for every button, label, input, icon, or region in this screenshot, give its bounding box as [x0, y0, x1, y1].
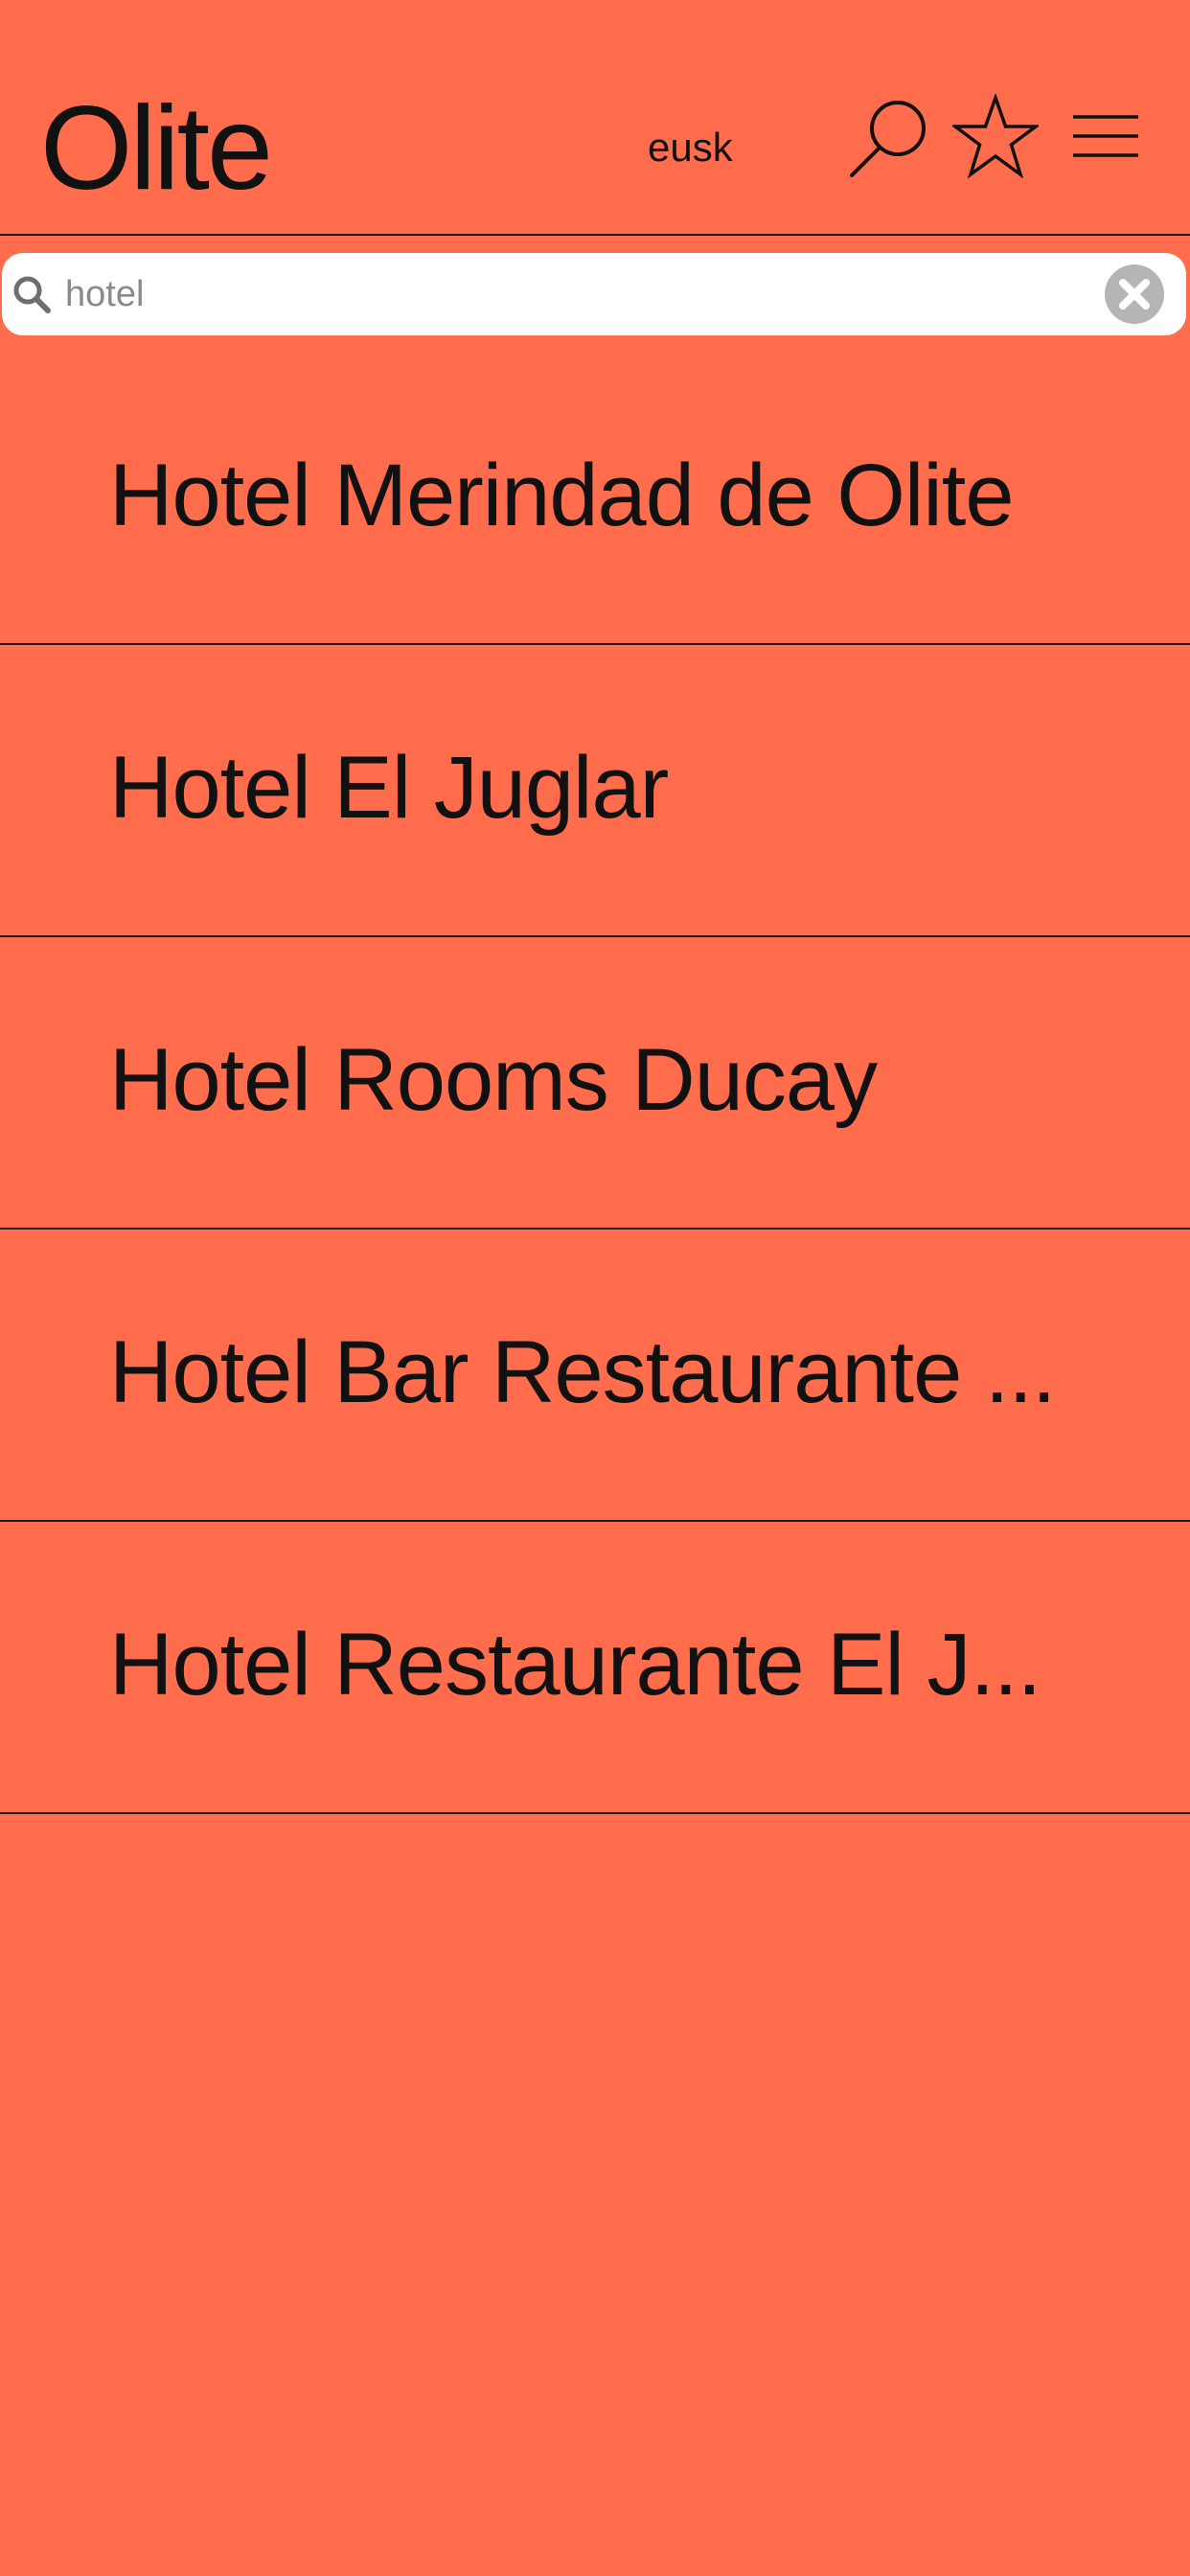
- result-item[interactable]: Hotel Rooms Ducay: [0, 937, 1190, 1230]
- search-results-list: Hotel Merindad de Olite Hotel El Juglar …: [0, 353, 1190, 1814]
- result-item-label: Hotel Merindad de Olite: [109, 447, 1015, 544]
- clear-circle-icon: [1105, 264, 1164, 324]
- search-icon: [850, 101, 926, 177]
- app-screen: Olite eusk hotel Hotel Merindad de Olite…: [0, 0, 1190, 2576]
- app-header: Olite eusk: [0, 0, 1190, 236]
- language-switch[interactable]: eusk: [648, 121, 733, 174]
- result-item[interactable]: Hotel Merindad de Olite: [0, 353, 1190, 645]
- result-item[interactable]: Hotel El Juglar: [0, 645, 1190, 937]
- result-item-label: Hotel Rooms Ducay: [109, 1031, 878, 1129]
- result-item[interactable]: Hotel Bar Restaurante ...: [0, 1230, 1190, 1522]
- result-item-label: Hotel El Juglar: [109, 739, 669, 837]
- app-logo: Olite: [40, 82, 273, 215]
- result-item-label: Hotel Bar Restaurante ...: [109, 1323, 1057, 1421]
- result-item[interactable]: Hotel Restaurante El J...: [0, 1522, 1190, 1814]
- menu-button[interactable]: [1071, 113, 1140, 161]
- result-item-label: Hotel Restaurante El J...: [109, 1616, 1041, 1714]
- star-icon: [952, 94, 1039, 179]
- hamburger-menu-icon: [1073, 115, 1138, 157]
- favorites-button[interactable]: [952, 94, 1039, 182]
- clear-search-button[interactable]: [1104, 264, 1165, 325]
- search-bar: [2, 253, 1186, 335]
- magnifier-icon: [13, 276, 51, 313]
- search-input[interactable]: [65, 263, 1081, 326]
- search-button[interactable]: [845, 96, 931, 182]
